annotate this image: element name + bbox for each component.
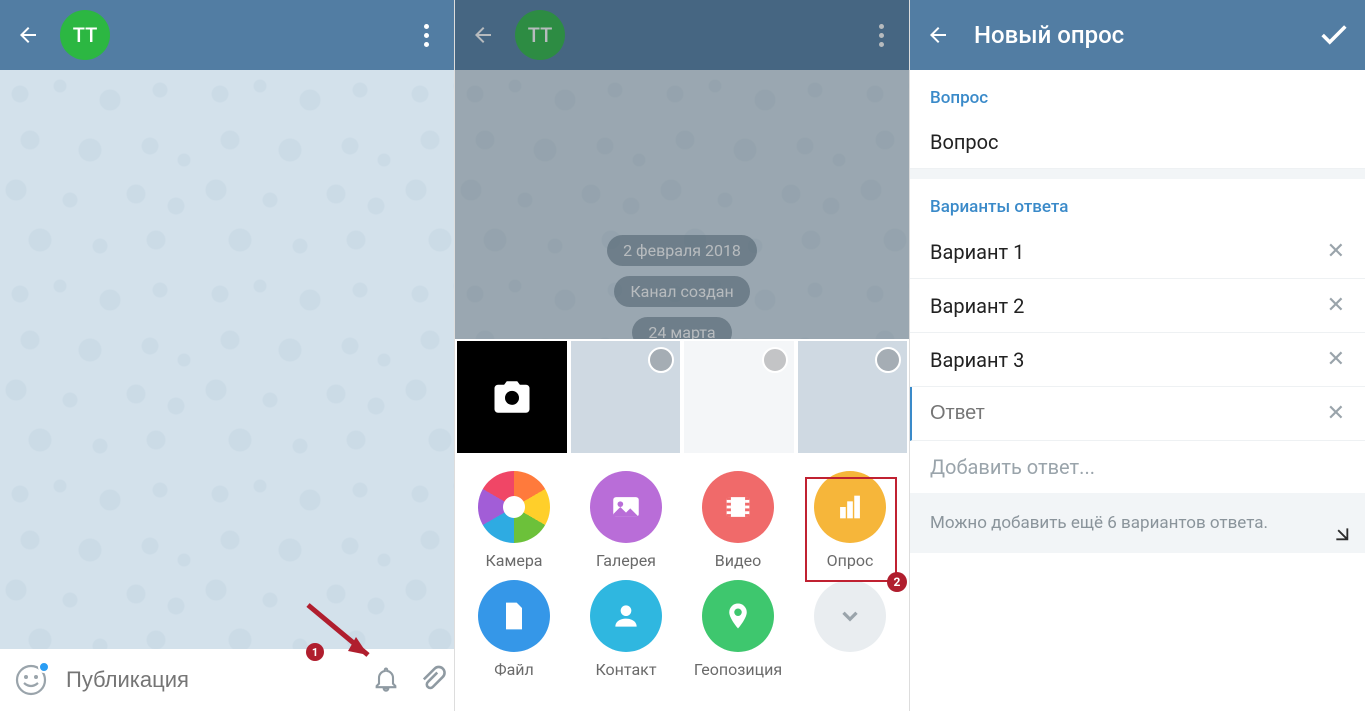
- option-input-row[interactable]: ✕: [910, 387, 1365, 441]
- chat-background: [0, 70, 454, 711]
- confirm-icon[interactable]: [1317, 18, 1351, 52]
- option-text: Вариант 1: [930, 240, 1327, 264]
- option-row[interactable]: Вариант 3 ✕: [910, 333, 1365, 387]
- attach-file[interactable]: Файл: [461, 580, 567, 679]
- more-menu-icon[interactable]: [867, 21, 895, 49]
- avatar[interactable]: TT: [515, 10, 565, 60]
- message-input-bar: [0, 649, 454, 711]
- attach-label: Файл: [494, 660, 534, 679]
- remove-option-icon[interactable]: ✕: [1327, 401, 1345, 426]
- option-row[interactable]: Вариант 2 ✕: [910, 279, 1365, 333]
- thumbnail-camera[interactable]: [457, 341, 567, 453]
- chat-screen-attach-sheet: TT 2 февраля 2018 Канал создан 24 марта …: [455, 0, 910, 711]
- notifications-icon[interactable]: [372, 665, 400, 695]
- options-hint: Можно добавить ещё 6 вариантов ответа.: [910, 493, 1365, 553]
- attach-icon[interactable]: [418, 665, 446, 695]
- thumbnail-item[interactable]: [684, 341, 794, 453]
- attach-label: Контакт: [595, 660, 656, 679]
- file-icon: [478, 580, 550, 652]
- poll-form: Вопрос Вопрос Варианты ответа Вариант 1 …: [910, 70, 1365, 711]
- attachment-grid: Камера Галерея Видео Опрос: [455, 455, 909, 695]
- divider: [910, 169, 1365, 179]
- attach-poll[interactable]: Опрос: [797, 471, 903, 570]
- add-option-text: Добавить ответ...: [930, 455, 1345, 479]
- hint-text: Можно добавить ещё 6 вариантов ответа.: [930, 513, 1268, 533]
- chat-screen-empty: TT 1: [0, 0, 455, 711]
- options-section-label: Варианты ответа: [910, 179, 1365, 225]
- location-icon: [702, 580, 774, 652]
- back-icon[interactable]: [14, 21, 42, 49]
- annotation-badge-1: 1: [306, 643, 324, 661]
- avatar[interactable]: TT: [60, 10, 110, 60]
- question-value: Вопрос: [930, 130, 1345, 154]
- chat-content: 2 февраля 2018 Канал создан 24 марта The…: [455, 140, 909, 353]
- attach-label: Видео: [715, 551, 761, 570]
- thumbnail-item[interactable]: [571, 341, 681, 453]
- emoji-icon[interactable]: [14, 663, 48, 697]
- option-text: Вариант 3: [930, 348, 1327, 372]
- thumbnail-item[interactable]: [798, 341, 908, 453]
- attach-video[interactable]: Видео: [685, 471, 791, 570]
- attach-geo[interactable]: Геопозиция: [685, 580, 791, 679]
- photo-thumbnails: [455, 339, 909, 455]
- attach-contact[interactable]: Контакт: [573, 580, 679, 679]
- system-pill: Канал создан: [614, 276, 749, 307]
- expand-icon[interactable]: [1329, 521, 1351, 543]
- annotation-badge-2: 2: [887, 572, 907, 592]
- attach-label: Галерея: [596, 551, 656, 570]
- appbar: TT: [0, 0, 454, 70]
- attach-label: Опрос: [827, 551, 874, 570]
- add-option-row[interactable]: Добавить ответ...: [910, 441, 1365, 493]
- attachment-sheet: Камера Галерея Видео Опрос: [455, 339, 909, 711]
- remove-option-icon[interactable]: ✕: [1327, 293, 1345, 318]
- attach-label: Камера: [485, 551, 542, 570]
- attach-more[interactable]: [797, 580, 903, 679]
- appbar: Новый опрос: [910, 0, 1365, 70]
- poll-create-screen: Новый опрос Вопрос Вопрос Варианты ответ…: [910, 0, 1365, 711]
- appbar: TT: [455, 0, 909, 70]
- option-text: Вариант 2: [930, 294, 1327, 318]
- page-title: Новый опрос: [974, 21, 1124, 49]
- camera-icon: [478, 471, 550, 543]
- attach-label: [848, 660, 852, 679]
- date-pill: 2 февраля 2018: [607, 235, 757, 266]
- message-input[interactable]: [66, 667, 354, 693]
- back-icon[interactable]: [469, 21, 497, 49]
- back-icon[interactable]: [924, 21, 952, 49]
- option-row[interactable]: Вариант 1 ✕: [910, 225, 1365, 279]
- attach-label: Геопозиция: [694, 660, 782, 679]
- video-icon: [702, 471, 774, 543]
- attach-gallery[interactable]: Галерея: [573, 471, 679, 570]
- option-input[interactable]: [930, 402, 1327, 425]
- gallery-icon: [590, 471, 662, 543]
- remove-option-icon[interactable]: ✕: [1327, 347, 1345, 372]
- poll-icon: [814, 471, 886, 543]
- question-section-label: Вопрос: [910, 70, 1365, 116]
- question-field[interactable]: Вопрос: [910, 116, 1365, 169]
- remove-option-icon[interactable]: ✕: [1327, 239, 1345, 264]
- contact-icon: [590, 580, 662, 652]
- more-menu-icon[interactable]: [412, 21, 440, 49]
- attach-camera[interactable]: Камера: [461, 471, 567, 570]
- chevron-down-icon: [814, 580, 886, 652]
